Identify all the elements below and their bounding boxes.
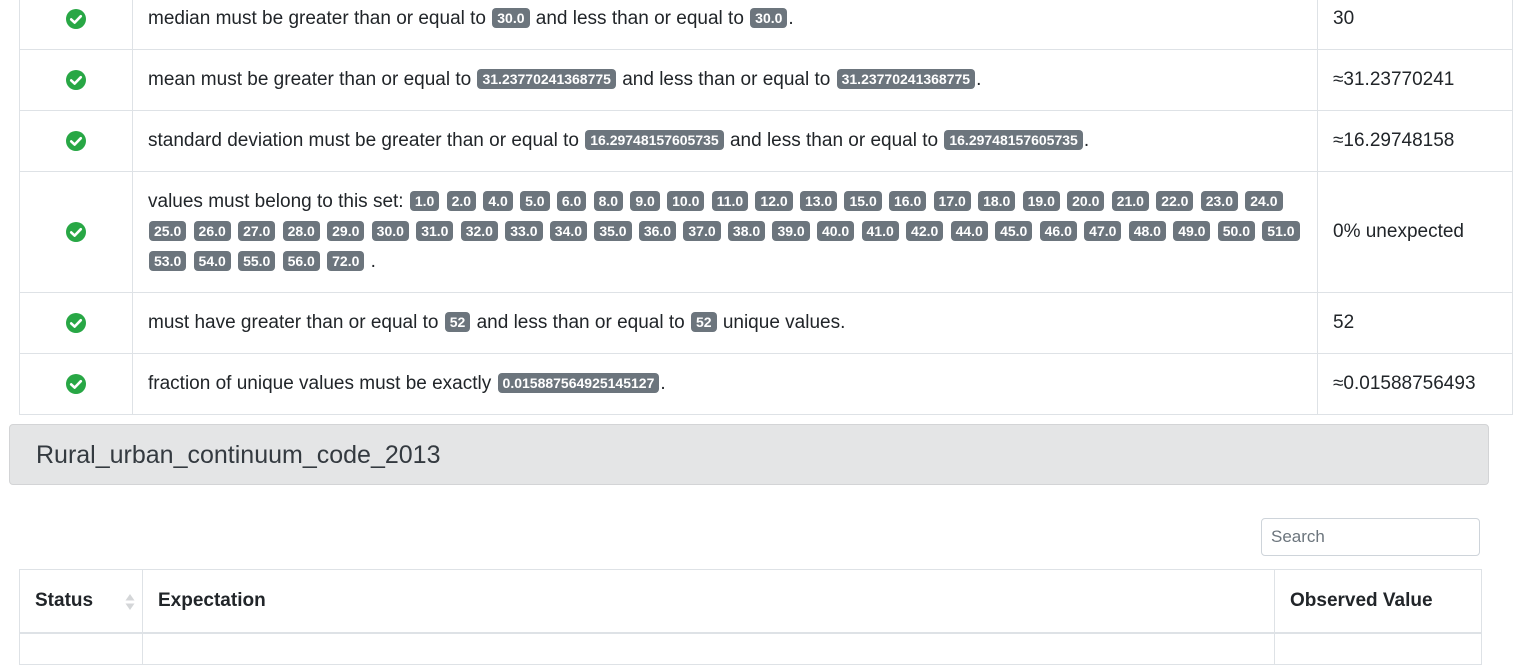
- value-badge: 55.0: [238, 251, 276, 271]
- value-badge: 1.0: [409, 191, 440, 211]
- observed-value: 52: [1317, 292, 1513, 354]
- value-badge: 36.0: [638, 221, 677, 241]
- value-badge: 46.0: [1039, 221, 1077, 241]
- value-badge: 52: [690, 312, 717, 332]
- value-badge: 51.0: [1262, 221, 1300, 241]
- expectations-table: median must be greater than or equal to …: [19, 0, 1513, 415]
- value-badge: 16.0: [889, 191, 927, 211]
- value-badge: 21.0: [1111, 191, 1149, 211]
- expectation-text: median must be greater than or equal to …: [132, 0, 1318, 50]
- observed-value: ≈31.23770241: [1317, 49, 1513, 111]
- value-badge: 30.0: [371, 221, 409, 241]
- value-badge: 30.0: [492, 8, 530, 28]
- section-title: Rural_urban_continuum_code_2013: [36, 441, 441, 469]
- value-badge: 10.0: [667, 191, 705, 211]
- value-badge: 15.0: [844, 191, 882, 211]
- observed-value: ≈16.29748158: [1317, 110, 1513, 172]
- value-badge: 72.0: [327, 251, 365, 271]
- value-badge: 25.0: [149, 221, 187, 241]
- value-badge: 4.0: [483, 191, 513, 211]
- value-badge: 48.0: [1128, 221, 1166, 241]
- value-badge: 56.0: [282, 251, 320, 271]
- expectation-text: mean must be greater than or equal to 31…: [132, 49, 1318, 111]
- value-badge: 20.0: [1067, 191, 1105, 211]
- value-badge: 52: [444, 312, 471, 332]
- value-badge: 31.23770241368775: [477, 69, 616, 89]
- value-badge: 18.0: [978, 191, 1016, 211]
- value-badge: 13.0: [799, 191, 838, 211]
- search-input[interactable]: [1261, 518, 1480, 556]
- value-badge: 16.29748157605735: [585, 130, 724, 150]
- column-header-status[interactable]: Status: [19, 569, 143, 634]
- table-header-row: Status Expectation Observed Value: [19, 569, 1482, 634]
- value-badge: 40.0: [816, 221, 855, 241]
- check-circle-icon: [66, 131, 86, 151]
- value-badge: 41.0: [861, 221, 899, 241]
- value-badge: 50.0: [1217, 221, 1255, 241]
- value-badge: 22.0: [1156, 191, 1194, 211]
- value-badge: 8.0: [593, 191, 624, 211]
- value-badge: 23.0: [1200, 191, 1238, 211]
- table-row: values must belong to this set: 1.0 2.0 …: [19, 171, 1513, 293]
- value-badge: 39.0: [772, 221, 810, 241]
- table-row: median must be greater than or equal to …: [19, 0, 1513, 50]
- value-badge: 42.0: [906, 221, 944, 241]
- value-badge: 35.0: [594, 221, 632, 241]
- value-badge: 11.0: [711, 191, 749, 211]
- value-badge: 5.0: [520, 191, 550, 211]
- value-badge: 9.0: [630, 191, 660, 211]
- table-row: mean must be greater than or equal to 31…: [19, 49, 1513, 111]
- value-badge: 31.23770241368775: [836, 69, 976, 89]
- results-table: Status Expectation Observed Value: [19, 569, 1482, 665]
- value-badge: 47.0: [1084, 221, 1122, 241]
- value-badge: 17.0: [933, 191, 971, 211]
- value-badge: 45.0: [995, 221, 1033, 241]
- value-badge: 28.0: [282, 221, 320, 241]
- check-circle-icon: [66, 374, 86, 394]
- expectation-text: standard deviation must be greater than …: [132, 110, 1318, 172]
- expectation-text: fraction of unique values must be exactl…: [132, 353, 1318, 415]
- value-badge: 2.0: [446, 191, 477, 211]
- table-row: must have greater than or equal to 52 an…: [19, 292, 1513, 354]
- value-badge: 6.0: [556, 191, 587, 211]
- table-row: [19, 632, 1482, 665]
- sort-icon[interactable]: [124, 592, 136, 612]
- section-header[interactable]: Rural_urban_continuum_code_2013: [9, 424, 1489, 485]
- value-badge: 53.0: [149, 251, 187, 271]
- observed-value: ≈0.01588756493: [1317, 353, 1513, 415]
- value-badge: 33.0: [505, 221, 543, 241]
- value-badge: 38.0: [727, 221, 766, 241]
- observed-value: 0% unexpected: [1317, 171, 1513, 293]
- expectation-text: must have greater than or equal to 52 an…: [132, 292, 1318, 354]
- value-badge: 29.0: [327, 221, 365, 241]
- value-badge: 24.0: [1245, 191, 1283, 211]
- value-badge: 27.0: [238, 221, 276, 241]
- table-row: standard deviation must be greater than …: [19, 110, 1513, 172]
- value-badge: 26.0: [193, 221, 231, 241]
- value-badge: 49.0: [1173, 221, 1211, 241]
- value-badge: 31.0: [416, 221, 454, 241]
- table-row: fraction of unique values must be exactl…: [19, 353, 1513, 415]
- value-badge: 32.0: [460, 221, 498, 241]
- check-circle-icon: [66, 9, 86, 29]
- value-badge: 30.0: [750, 8, 788, 28]
- value-badge: 37.0: [683, 221, 721, 241]
- check-circle-icon: [66, 222, 86, 242]
- column-header-observed-value[interactable]: Observed Value: [1274, 569, 1482, 634]
- value-badge: 54.0: [193, 251, 231, 271]
- value-badge: 44.0: [950, 221, 988, 241]
- check-circle-icon: [66, 313, 86, 333]
- value-badge: 16.29748157605735: [944, 130, 1083, 150]
- expectation-text: values must belong to this set: 1.0 2.0 …: [132, 171, 1318, 293]
- observed-value: 30: [1317, 0, 1513, 50]
- value-badge: 34.0: [549, 221, 588, 241]
- column-header-expectation[interactable]: Expectation: [142, 569, 1275, 634]
- value-badge: 12.0: [755, 191, 793, 211]
- check-circle-icon: [66, 70, 86, 90]
- value-badge: 19.0: [1022, 191, 1060, 211]
- value-badge: 0.015887564925145127: [497, 373, 660, 393]
